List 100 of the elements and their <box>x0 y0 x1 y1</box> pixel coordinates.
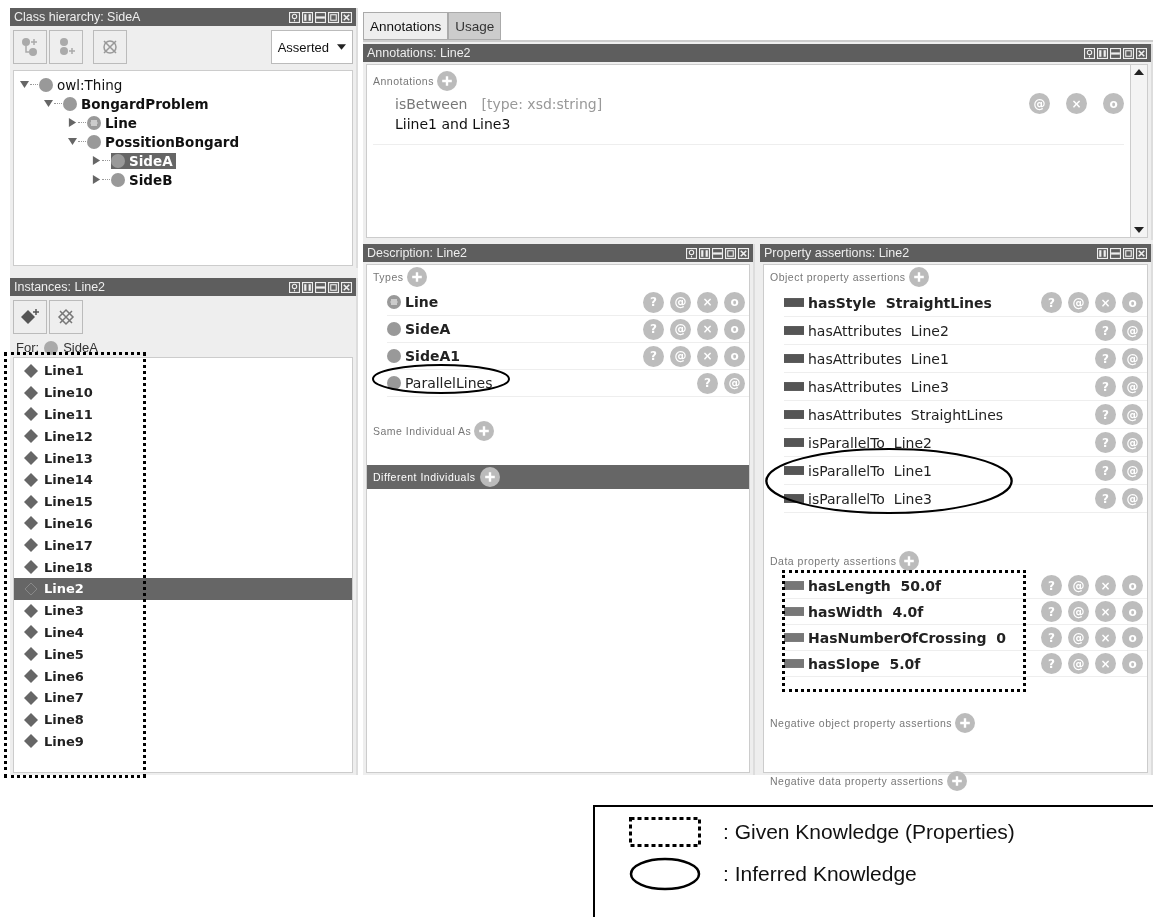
help-button[interactable]: ? <box>643 291 664 313</box>
individual-item[interactable]: Line16 <box>14 512 352 535</box>
delete-button[interactable]: × <box>1095 601 1116 622</box>
explain-button[interactable]: o <box>1122 601 1143 622</box>
view-mode-dropdown[interactable]: Asserted <box>270 30 353 64</box>
delete-button[interactable]: × <box>1095 292 1116 313</box>
delete-button[interactable]: × <box>1095 653 1116 674</box>
annotate-button[interactable]: @ <box>1068 601 1089 622</box>
explain-button[interactable]: o <box>1103 93 1124 114</box>
close-icon[interactable] <box>341 11 352 23</box>
individual-item[interactable]: Line13 <box>14 447 352 469</box>
delete-button[interactable]: ? <box>1095 488 1116 509</box>
help-button[interactable]: ? <box>1041 575 1062 596</box>
tree-item[interactable]: SideB <box>111 171 176 188</box>
delete-button[interactable]: × <box>697 345 718 367</box>
delete-button[interactable]: × <box>697 318 718 340</box>
annotate-button[interactable]: @ <box>1068 575 1089 596</box>
explain-button[interactable]: o <box>724 318 745 340</box>
delete-button[interactable]: × <box>1095 627 1116 648</box>
scroll-down-icon[interactable] <box>1134 227 1144 233</box>
expand-icon[interactable] <box>92 156 101 165</box>
close-icon[interactable] <box>341 281 352 293</box>
explain-button[interactable]: @ <box>1122 488 1143 509</box>
minimize-icon[interactable] <box>1110 247 1121 259</box>
delete-button[interactable]: × <box>1095 575 1116 596</box>
split-icon[interactable] <box>1097 47 1108 59</box>
close-icon[interactable] <box>1136 247 1147 259</box>
help-button[interactable]: ? <box>1041 292 1062 313</box>
maximize-icon[interactable] <box>725 247 736 259</box>
explain-button[interactable]: o <box>724 291 745 313</box>
annotate-button[interactable]: @ <box>1068 653 1089 674</box>
explain-button[interactable]: @ <box>1122 404 1143 425</box>
maximize-icon[interactable] <box>328 281 339 293</box>
individual-item[interactable]: Line15 <box>14 490 352 513</box>
help-icon[interactable] <box>289 281 300 293</box>
explain-button[interactable]: o <box>1122 292 1143 313</box>
scrollbar[interactable] <box>1130 65 1147 237</box>
individual-item[interactable]: Line18 <box>14 556 352 578</box>
minimize-icon[interactable] <box>1110 47 1121 59</box>
delete-button[interactable]: × <box>697 291 718 313</box>
close-icon[interactable] <box>738 247 749 259</box>
individual-item[interactable]: Line8 <box>14 708 352 731</box>
individual-item[interactable]: Line1 <box>14 360 352 382</box>
individual-item[interactable]: Line12 <box>14 425 352 448</box>
annotate-button[interactable]: @ <box>670 318 691 340</box>
tab[interactable]: Annotations <box>363 12 449 40</box>
individual-item[interactable]: Line17 <box>14 534 352 557</box>
individual-item[interactable]: Line5 <box>14 643 352 666</box>
delete-button[interactable]: ? <box>1095 348 1116 369</box>
explain-button[interactable]: @ <box>1122 376 1143 397</box>
individual-item[interactable]: Line7 <box>14 686 352 709</box>
split-icon[interactable] <box>699 247 710 259</box>
explain-button[interactable]: @ <box>1122 432 1143 453</box>
explain-button[interactable]: @ <box>1122 460 1143 481</box>
delete-button[interactable]: ? <box>1095 460 1116 481</box>
help-icon[interactable] <box>1084 47 1095 59</box>
tree-item[interactable]: BongardProblem <box>63 95 212 112</box>
add-button[interactable] <box>899 551 920 571</box>
maximize-icon[interactable] <box>1123 47 1134 59</box>
help-button[interactable]: ? <box>1041 653 1062 674</box>
help-icon[interactable] <box>289 11 300 23</box>
tree-item[interactable]: owl:Thing <box>39 76 126 93</box>
explain-button[interactable]: o <box>1122 575 1143 596</box>
individual-item[interactable]: Line14 <box>14 469 352 491</box>
delete-button[interactable]: ? <box>1095 376 1116 397</box>
explain-button[interactable]: @ <box>724 372 745 394</box>
help-button[interactable]: ? <box>1041 627 1062 648</box>
individual-item[interactable]: Line2 <box>14 577 352 600</box>
help-icon[interactable] <box>686 247 697 259</box>
individual-item[interactable]: Line9 <box>14 730 352 753</box>
annotate-button[interactable]: @ <box>1068 292 1089 313</box>
maximize-icon[interactable] <box>328 11 339 23</box>
minimize-icon[interactable] <box>315 281 326 293</box>
close-icon[interactable] <box>1136 47 1147 59</box>
explain-button[interactable]: o <box>1122 627 1143 648</box>
explain-button[interactable]: @ <box>1122 320 1143 341</box>
explain-button[interactable]: o <box>1122 653 1143 674</box>
minimize-icon[interactable] <box>712 247 723 259</box>
tree-item[interactable]: PossitionBongard <box>87 133 243 150</box>
collapse-icon[interactable] <box>44 99 53 108</box>
tree-item[interactable]: Line <box>87 114 140 131</box>
delete-button[interactable]: ? <box>697 372 718 394</box>
delete-button[interactable]: ? <box>1095 432 1116 453</box>
individual-item[interactable]: Line6 <box>14 665 352 687</box>
delete-button[interactable]: ? <box>1095 320 1116 341</box>
help-button[interactable]: ? <box>643 345 664 367</box>
scroll-up-icon[interactable] <box>1134 69 1144 75</box>
tree-item[interactable]: SideA <box>111 152 176 169</box>
delete-button[interactable]: × <box>1066 93 1087 114</box>
individual-item[interactable]: Line3 <box>14 599 352 622</box>
annotate-button[interactable]: @ <box>1068 627 1089 648</box>
tab[interactable]: Usage <box>448 12 502 40</box>
explain-button[interactable]: @ <box>1122 348 1143 369</box>
minimize-icon[interactable] <box>315 11 326 23</box>
help-button[interactable]: ? <box>1041 601 1062 622</box>
help-button[interactable]: ? <box>643 318 664 340</box>
expand-icon[interactable] <box>68 118 77 127</box>
delete-button[interactable]: ? <box>1095 404 1116 425</box>
collapse-icon[interactable] <box>68 137 77 146</box>
split-icon[interactable] <box>302 281 313 293</box>
